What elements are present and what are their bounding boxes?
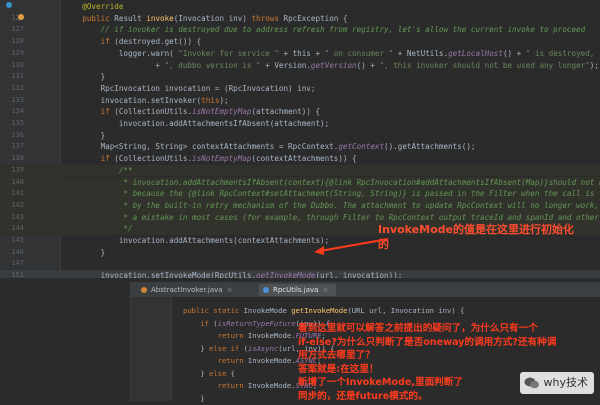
code-text: invocation.setInvokeMode(RpcUtils.getInv…	[64, 271, 403, 278]
code-text: }	[64, 247, 106, 257]
line-number: 136	[11, 130, 24, 139]
line-number: 143	[11, 212, 24, 221]
code-line[interactable]: } else {	[183, 368, 235, 380]
line-number: 130	[11, 60, 24, 69]
code-line[interactable]: 131 }	[0, 71, 600, 83]
line-number-gutter-2	[131, 297, 172, 401]
watermark: why技术	[519, 372, 594, 394]
line-number: 151	[11, 271, 24, 278]
code-line[interactable]: 141 * because the {@link RpcContext#setA…	[0, 188, 600, 200]
line-number: 137	[11, 142, 24, 151]
code-line[interactable]: 151 invocation.setInvokeMode(RpcUtils.ge…	[0, 270, 600, 278]
code-text: }	[64, 72, 106, 82]
arrow-icon	[314, 238, 389, 255]
editor-tab-bar: AbstractInvoker.java × RpcUtils.java ×	[131, 283, 600, 297]
code-text: }	[64, 130, 106, 140]
editor-tab[interactable]: AbstractInvoker.java ×	[137, 284, 240, 296]
line-number: 132	[11, 83, 24, 92]
code-text: * invocation.addAttachmentsIfAbsent(cont…	[64, 177, 600, 187]
line-number: 138	[11, 154, 24, 163]
java-file-icon	[263, 287, 269, 293]
code-line[interactable]: 137 Map<String, String> contextAttachmen…	[0, 141, 600, 153]
code-text: Map<String, String> contextAttachments =…	[64, 142, 476, 152]
code-text: if (CollectionUtils.isNotEmptyMap(attach…	[64, 107, 321, 117]
annotation-line: 看到这里就可以解答之前提出的疑问了，为什么只有一个	[298, 323, 538, 334]
line-number: 139	[11, 165, 24, 174]
code-text: invocation.addAttachmentsIfAbsent(attach…	[64, 119, 330, 128]
line-number: 144	[11, 224, 24, 233]
line-number: 146	[11, 247, 24, 256]
code-line[interactable]: 136 }	[0, 130, 600, 142]
code-text: */	[64, 224, 133, 234]
line-number: 134	[11, 107, 24, 116]
line-number: 147	[11, 259, 24, 268]
line-number: 129	[11, 48, 24, 57]
line-number: 127	[11, 25, 24, 34]
code-text: * by the built-in retry mechanism of the…	[64, 200, 600, 210]
line-number: 128	[11, 37, 24, 46]
code-line[interactable]: 129 logger.warn( "Invoker for service " …	[0, 48, 600, 60]
close-icon[interactable]: ×	[322, 286, 328, 294]
tab-label: RpcUtils.java	[273, 286, 319, 294]
code-line[interactable]: 147	[0, 258, 600, 270]
code-text: invocation.addAttachments(contextAttachm…	[64, 236, 330, 245]
code-text: if (destroyed.get()) {	[64, 37, 202, 47]
code-line[interactable]: 142 * by the built-in retry mechanism of…	[0, 199, 600, 212]
line-number: 133	[11, 95, 24, 104]
code-line[interactable]: 140 * invocation.addAttachmentsIfAbsent(…	[0, 176, 600, 189]
code-line[interactable]: 132 RpcInvocation invocation = (RpcInvoc…	[0, 83, 600, 95]
code-text: /**	[64, 165, 133, 175]
code-line[interactable]: public static InvokeMode getInvokeMode(U…	[183, 305, 464, 317]
code-text: @Override	[64, 2, 124, 11]
line-number: 140	[11, 177, 24, 186]
java-file-icon	[141, 287, 147, 293]
close-icon[interactable]: ×	[227, 286, 233, 294]
tab-label: AbstractInvoker.java	[151, 286, 223, 294]
code-line[interactable]: }	[183, 393, 204, 405]
line-number: 145	[11, 236, 24, 244]
code-line[interactable]: 139 /**	[0, 164, 600, 177]
annotation-line: 用方式去哪里了？	[298, 350, 375, 361]
code-line[interactable]: @Override	[0, 1, 600, 13]
code-text: logger.warn( "Invoker for service " + th…	[64, 48, 600, 58]
wechat-icon	[524, 377, 539, 389]
breakpoint-marker-icon[interactable]	[6, 2, 12, 8]
line-number: 135	[11, 119, 24, 127]
code-line[interactable]: 127 // if invoker is destroyed due to ad…	[0, 24, 600, 36]
annotation-invokemode-init: InvokeMode的值是在这里进行初始化的	[378, 223, 574, 251]
code-text: // if invoker is destroyed due to addres…	[64, 25, 586, 35]
code-line[interactable]: 138 if (CollectionUtils.isNotEmptyMap(co…	[0, 153, 600, 165]
code-line[interactable]: 128 if (destroyed.get()) {	[0, 36, 600, 48]
watermark-text: why技术	[543, 376, 588, 389]
code-line[interactable]: 130 + ", dubbo version is " + Version.ge…	[0, 60, 600, 72]
code-line[interactable]: 126 public Result invoke(Invocation inv)…	[0, 13, 600, 25]
code-text: * because the {@link RpcContext#setAttac…	[64, 189, 600, 199]
editor-tab[interactable]: RpcUtils.java ×	[259, 284, 337, 296]
code-line[interactable]: 134 if (CollectionUtils.isNotEmptyMap(at…	[0, 106, 600, 118]
code-text: RpcInvocation invocation = (RpcInvocatio…	[64, 83, 316, 93]
code-line[interactable]: 135 invocation.addAttachmentsIfAbsent(at…	[0, 118, 600, 130]
code-text: if (CollectionUtils.isNotEmptyMap(contex…	[64, 154, 357, 164]
annotation-line: if-else?为什么只判断了是否oneway的调用方式?还有种调	[298, 336, 557, 348]
line-number: 142	[11, 200, 24, 209]
code-text: + ", dubbo version is " + Version.getVer…	[64, 60, 599, 70]
code-line[interactable]: 133 invocation.setInvoker(this);	[0, 95, 600, 107]
code-text: invocation.setInvoker(this);	[64, 95, 229, 105]
implements-marker-icon[interactable]	[18, 14, 24, 20]
line-number: 141	[11, 189, 24, 198]
line-number: 131	[11, 72, 24, 81]
code-text: public Result invoke(Invocation inv) thr…	[64, 13, 348, 23]
